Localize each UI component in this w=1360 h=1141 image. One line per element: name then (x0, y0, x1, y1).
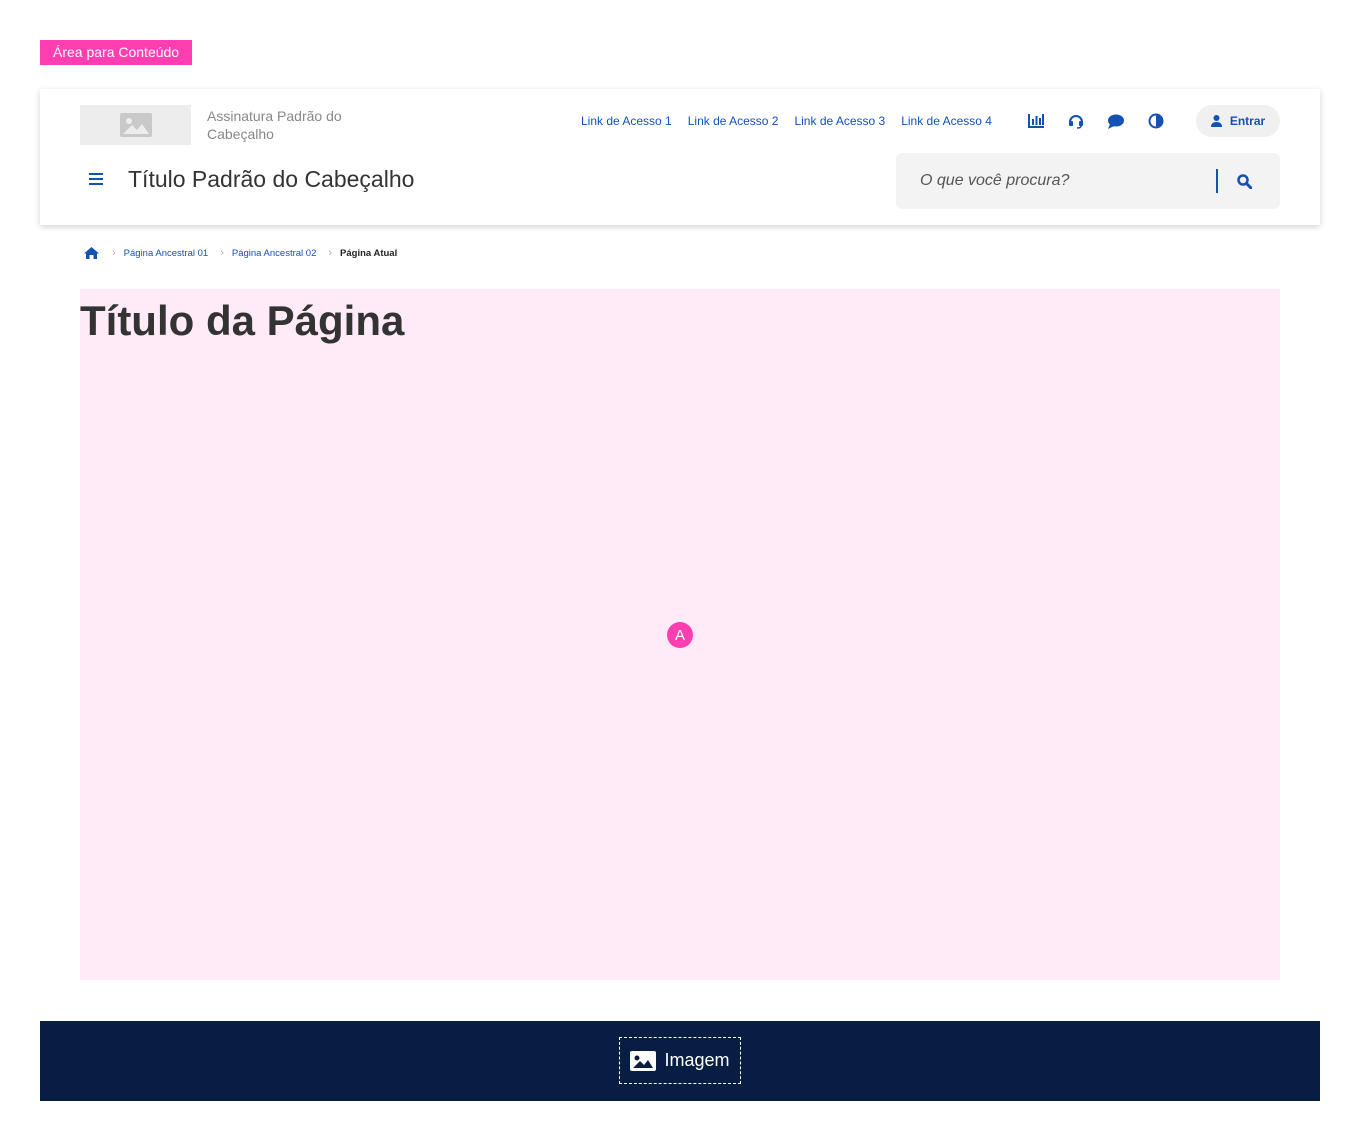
access-link-2[interactable]: Link de Acesso 2 (688, 114, 779, 128)
breadcrumb: › Página Ancestral 01 › Página Ancestral… (84, 244, 397, 262)
footer-image-label: Imagem (664, 1050, 730, 1070)
chart-icon[interactable] (1026, 111, 1046, 131)
login-button[interactable]: Entrar (1196, 105, 1280, 137)
page: Área para Conteúdo Assinatura Padrão do … (0, 0, 1360, 1141)
access-link-1[interactable]: Link de Acesso 1 (581, 114, 672, 128)
access-link-3[interactable]: Link de Acesso 3 (794, 114, 885, 128)
home-icon[interactable] (84, 245, 100, 261)
chevron-right-icon: › (112, 247, 116, 259)
search-box (896, 153, 1280, 209)
content-area-tag: Área para Conteúdo (40, 40, 193, 65)
search-icon (1236, 173, 1252, 189)
header-title: Título Padrão do Cabeçalho (128, 166, 415, 192)
menu-button[interactable] (86, 169, 106, 189)
page-title: Título da Página (80, 297, 405, 344)
headset-icon[interactable] (1066, 111, 1086, 131)
annotation-marker: A (667, 622, 693, 648)
footer-image-placeholder: Imagem (619, 1037, 741, 1084)
access-link-4[interactable]: Link de Acesso 4 (901, 114, 992, 128)
login-label: Entrar (1229, 114, 1266, 128)
site-header: Assinatura Padrão do Cabeçalho Link de A… (40, 89, 1320, 225)
contrast-icon[interactable] (1146, 111, 1166, 131)
breadcrumb-current: Página Atual (340, 247, 398, 259)
search-button[interactable] (1232, 169, 1256, 193)
hamburger-icon (89, 173, 103, 185)
content-area: Título da Página A (80, 289, 1280, 980)
breadcrumb-ancestor-1[interactable]: Página Ancestral 01 (124, 248, 209, 259)
user-icon (1210, 115, 1222, 127)
header-signature: Assinatura Padrão do Cabeçalho (207, 108, 342, 142)
chevron-right-icon: › (220, 247, 224, 259)
search-input[interactable] (896, 153, 1206, 209)
footer: Imagem (40, 1021, 1320, 1101)
breadcrumb-ancestor-2[interactable]: Página Ancestral 02 (232, 248, 317, 259)
access-links: Link de Acesso 1 Link de Acesso 2 Link d… (581, 114, 992, 128)
header-functions (1026, 111, 1166, 131)
search-divider (1216, 169, 1218, 193)
logo-placeholder[interactable] (80, 105, 191, 145)
image-icon (119, 113, 152, 137)
chat-icon[interactable] (1106, 111, 1126, 131)
image-icon (630, 1050, 657, 1071)
chevron-right-icon: › (328, 247, 333, 259)
